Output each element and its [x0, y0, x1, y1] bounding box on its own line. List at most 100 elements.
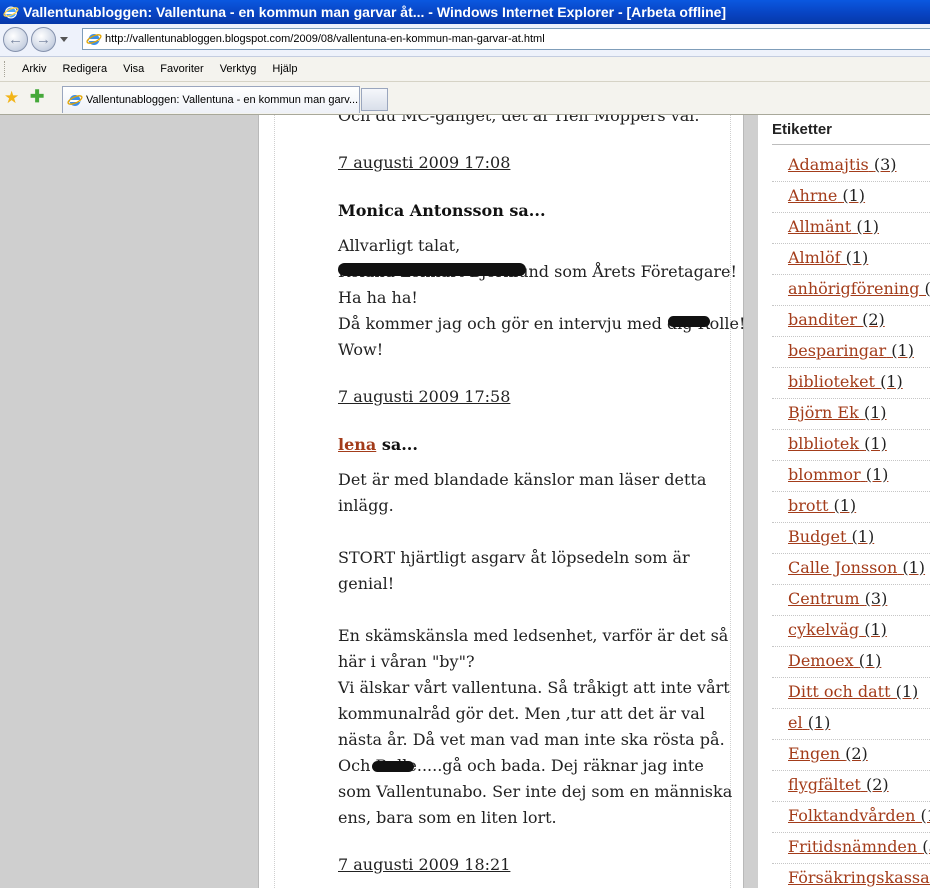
comment-body-monica: Allvarligt talat, Roland Lennart Björklu… [338, 233, 746, 363]
label-count: (1) [864, 620, 887, 639]
label-item: blbliotek (1) [772, 430, 930, 461]
label-link[interactable]: Engen [788, 744, 840, 763]
favorites-star-icon[interactable]: ★ [4, 88, 19, 108]
label-link[interactable]: Allmänt [788, 217, 851, 236]
toolbar-grip[interactable] [4, 61, 8, 77]
tab-bar: ★ ✚ Vallentunabloggen: Vallentuna - en k… [0, 82, 930, 115]
tab-active[interactable]: Vallentunabloggen: Vallentuna - en kommu… [62, 86, 360, 113]
add-favorite-icon[interactable]: ✚ [30, 87, 44, 107]
cut-off-comment-line: Och du MC-gänget, det är Hell Moppers va… [338, 115, 700, 125]
label-item: flygfältet (2) [772, 771, 930, 802]
label-count: (3) [922, 837, 930, 856]
label-link[interactable]: flygfältet [788, 775, 861, 794]
label-entry: Försäkringskassan [788, 868, 930, 887]
forward-button[interactable]: → [31, 27, 56, 52]
label-entry: Adamajtis (3) [788, 155, 897, 174]
label-entry: Calle Jonsson (1) [788, 558, 925, 577]
window-title: Vallentunabloggen: Vallentuna - en kommu… [23, 4, 727, 20]
label-count: (1) [807, 713, 831, 732]
label-link[interactable]: Björn Ek [788, 403, 859, 422]
label-entry: flygfältet (2) [788, 775, 889, 794]
label-link[interactable]: besparingar [788, 341, 886, 360]
label-item: Försäkringskassan [772, 864, 930, 888]
label-entry: Centrum (3) [788, 589, 887, 608]
label-entry: Engen (2) [788, 744, 868, 763]
label-item: besparingar (1) [772, 337, 930, 368]
label-count: (3) [864, 589, 888, 608]
label-entry: biblioteket (1) [788, 372, 903, 391]
menu-redigera[interactable]: Redigera [54, 63, 115, 75]
widget-divider [772, 144, 930, 145]
label-link[interactable]: anhörigförening [788, 279, 919, 298]
address-bar[interactable]: http://vallentunabloggen.blogspot.com/20… [82, 28, 930, 50]
label-link[interactable]: Folktandvården [788, 806, 915, 825]
comment-line: som Vallentunabo. Ser inte dej som en mä… [338, 782, 733, 801]
menu-arkiv[interactable]: Arkiv [14, 63, 54, 75]
page-ie-icon [86, 34, 102, 45]
label-link[interactable]: Centrum [788, 589, 860, 608]
label-count: (1) [920, 806, 930, 825]
comment-author-link[interactable]: lena [338, 435, 376, 454]
label-link[interactable]: Demoex [788, 651, 854, 670]
comment-line: Då kommer jag och gör en intervju med di… [338, 314, 746, 333]
label-link[interactable]: banditer [788, 310, 857, 329]
label-count: (1) [902, 558, 926, 577]
label-entry: Almlöf (1) [788, 248, 868, 267]
label-count: (1) [856, 217, 879, 236]
label-count: (1) [858, 651, 882, 670]
label-link[interactable]: el [788, 713, 803, 732]
labels-list: Adamajtis (3) Ahrne (1) Allmänt (1) Almlöf … [772, 151, 930, 888]
comment-timestamp-1708[interactable]: 7 augusti 2009 17:08 [338, 153, 510, 172]
menu-verktyg[interactable]: Verktyg [212, 63, 265, 75]
label-link[interactable]: Ditt och datt [788, 682, 891, 701]
label-item: Calle Jonsson (1) [772, 554, 930, 585]
label-link[interactable]: Budget [788, 527, 846, 546]
label-item: Björn Ek (1) [772, 399, 930, 430]
label-entry: el (1) [788, 713, 830, 732]
label-item: cykelväg (1) [772, 616, 930, 647]
menu-hjalp[interactable]: Hjälp [264, 63, 305, 75]
label-count: (3) [873, 155, 897, 174]
label-link[interactable]: cykelväg [788, 620, 859, 639]
label-entry: blbliotek (1) [788, 434, 887, 453]
label-link[interactable]: blbliotek [788, 434, 859, 453]
label-item: Budget (1) [772, 523, 930, 554]
comment-line: Wow! [338, 340, 384, 359]
page-viewport[interactable]: Och du MC-gänget, det är Hell Moppers va… [0, 115, 930, 888]
label-count: (1) [845, 248, 869, 267]
label-link[interactable]: Försäkringskassan [788, 868, 930, 887]
menu-favoriter[interactable]: Favoriter [152, 63, 211, 75]
label-item: el (1) [772, 709, 930, 740]
label-link[interactable]: brott [788, 496, 828, 515]
new-tab-button[interactable] [361, 88, 388, 111]
label-entry: Ditt och datt (1) [788, 682, 918, 701]
label-link[interactable]: blommor [788, 465, 861, 484]
comment-timestamp-1821[interactable]: 7 augusti 2009 18:21 [338, 855, 510, 874]
comment-line [338, 597, 718, 623]
label-entry: anhörigförening (1) [788, 279, 930, 298]
label-item: anhörigförening (1) [772, 275, 930, 306]
comment-timestamp-1758[interactable]: 7 augusti 2009 17:58 [338, 387, 510, 406]
menu-visa[interactable]: Visa [115, 63, 152, 75]
label-link[interactable]: Almlöf [788, 248, 841, 267]
back-button[interactable]: ← [3, 27, 28, 52]
comment-line: nästa år. Då vet man vad man inte ska rö… [338, 730, 725, 749]
label-count: (2) [845, 744, 868, 763]
address-toolbar: ← → http://vallentunabloggen.blogspot.co… [0, 24, 930, 57]
back-arrow-icon: ← [8, 31, 23, 48]
comment-line: STORT hjärtligt asgarv åt löpsedeln som … [338, 548, 690, 567]
label-link[interactable]: Calle Jonsson [788, 558, 897, 577]
label-entry: banditer (2) [788, 310, 885, 329]
redaction-mark [668, 316, 710, 327]
label-link[interactable]: biblioteket [788, 372, 875, 391]
label-link[interactable]: Adamajtis [788, 155, 869, 174]
window-titlebar: Vallentunabloggen: Vallentuna - en kommu… [0, 0, 930, 24]
tab-ie-icon [67, 95, 83, 106]
label-item: Almlöf (1) [772, 244, 930, 275]
label-item: brott (1) [772, 492, 930, 523]
comment-line: inlägg. [338, 496, 394, 515]
label-link[interactable]: Fritidsnämnden [788, 837, 917, 856]
label-count: (1) [851, 527, 875, 546]
history-dropdown-icon[interactable] [60, 37, 68, 42]
label-link[interactable]: Ahrne [788, 186, 837, 205]
